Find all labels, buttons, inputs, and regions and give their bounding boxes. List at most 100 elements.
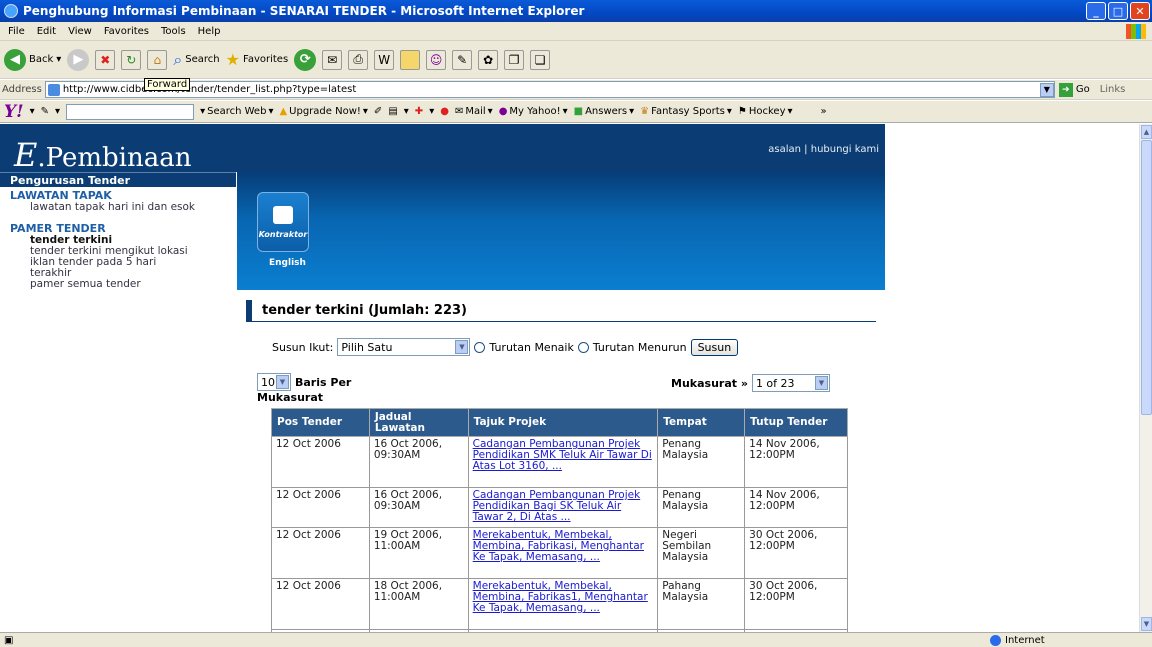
search-label: Search <box>185 54 220 65</box>
col-jadual-lawatan: Jadual Lawatan <box>368 408 469 437</box>
messenger-icon[interactable]: ✿ <box>478 49 499 70</box>
window-title: Penghubung Informasi Pembinaan - SENARAI… <box>23 4 585 18</box>
copy-icon[interactable]: ❐ <box>504 49 525 70</box>
address-dropdown-icon[interactable]: ▼ <box>1039 82 1054 97</box>
yahoo-logo-icon[interactable]: Y! <box>4 102 24 122</box>
project-link[interactable]: Merekabentuk, Membekal, Membina, Fabrika… <box>473 580 648 614</box>
address-label: Address <box>2 84 42 95</box>
mail-label: Mail <box>465 106 486 117</box>
page-icon <box>47 83 60 96</box>
refresh-icon[interactable]: ↻ <box>121 49 142 70</box>
chevron-down-icon: ▼ <box>276 375 289 389</box>
project-link[interactable]: Merekabentuk, Membekal, Membina, Fabrika… <box>473 529 644 563</box>
pencil-icon[interactable]: ✎ <box>41 106 49 117</box>
contractor-icon <box>273 205 293 224</box>
answers-icon: ■ <box>573 106 584 117</box>
my-yahoo-button[interactable]: ● My Yahoo! ▾ <box>499 106 568 117</box>
toolbar-overflow-icon[interactable]: » <box>821 106 827 117</box>
minimize-button[interactable]: _ <box>1086 2 1106 20</box>
project-link[interactable]: Cadangan Pembangunan Projek Pendidikan S… <box>473 438 652 472</box>
scrollbar-thumb[interactable] <box>1141 140 1152 415</box>
cell-jadual: 16 Oct 2006, 09:30AM <box>368 436 469 488</box>
sort-select-value: Pilih Satu <box>341 340 393 354</box>
yahoo-search-input[interactable] <box>66 103 195 120</box>
fantasy-sports-button[interactable]: ♛ Fantasy Sports ▾ <box>640 106 732 117</box>
research-icon[interactable]: ✎ <box>452 49 473 70</box>
stop-icon[interactable]: ✖ <box>95 49 116 70</box>
menu-file[interactable]: File <box>8 26 25 37</box>
scroll-up-icon[interactable]: ▲ <box>1141 125 1152 139</box>
paste-icon[interactable]: ❏ <box>530 49 551 70</box>
cell-tutup: 30 Oct 2006, 12:00PM <box>744 578 848 630</box>
radio-descending[interactable] <box>577 341 589 353</box>
cell-jadual: 16 Oct 2006, 09:30AM <box>368 487 469 528</box>
folder-icon[interactable] <box>400 49 421 70</box>
page-select[interactable]: 1 of 23 ▼ <box>751 374 830 392</box>
history-icon[interactable]: ⟳ <box>294 48 317 71</box>
menu-view[interactable]: View <box>68 26 92 37</box>
table-row: 12 Oct 2006 16 Oct 2006, 09:30AM Cadanga… <box>271 436 848 488</box>
cell-pos: 12 Oct 2006 <box>271 527 370 579</box>
cell-tajuk: Merekabentuk, Membekal, Membina, Fabrika… <box>467 578 659 630</box>
star-icon: ★ <box>225 50 240 69</box>
mail-button[interactable]: ✉ Mail ▾ <box>455 106 493 117</box>
table-row: 12 Oct 2006 18 Oct 2006, 11:00AM Merekab… <box>271 578 848 630</box>
home-icon[interactable]: ⌂ <box>147 49 168 70</box>
page-select-value: 1 of 23 <box>755 376 795 390</box>
english-link[interactable]: English <box>269 258 306 268</box>
page-viewport: E.Pembinaan asalan | hubungi kami Pengur… <box>0 124 1139 632</box>
plus-icon[interactable]: ✚ <box>415 106 423 117</box>
stop-sign-icon[interactable]: ● <box>440 106 449 117</box>
menu-favorites[interactable]: Favorites <box>104 26 149 37</box>
hockey-button[interactable]: ⚑ Hockey ▾ <box>738 106 793 117</box>
cell-tempat: Penang Malaysia <box>657 436 746 488</box>
menu-edit[interactable]: Edit <box>37 26 56 37</box>
go-button[interactable]: ➜ Go <box>1058 82 1090 97</box>
security-zone: Internet <box>990 634 1045 646</box>
back-arrow-icon: ◀ <box>4 48 26 71</box>
hockey-label: Hockey <box>748 106 786 117</box>
yahoo-messenger-icon[interactable]: ☺ <box>426 49 447 70</box>
mail-icon[interactable]: ✉ <box>322 49 343 70</box>
search-web-button[interactable]: ▾ Search Web ▾ <box>200 106 273 117</box>
favorites-button[interactable]: ★ Favorites <box>226 50 289 69</box>
col-tajuk-projek: Tajuk Projek <box>467 408 659 437</box>
address-input[interactable]: http://www.cidbec.com/tender/tender_list… <box>44 81 1055 98</box>
menu-help[interactable]: Help <box>198 26 221 37</box>
page-title: tender terkini (Jumlah: 223) <box>246 300 876 322</box>
edit-icon[interactable]: W <box>374 49 395 70</box>
back-button[interactable]: ◀ Back ▾ <box>4 48 61 71</box>
sort-button[interactable]: Susun <box>690 338 739 356</box>
print-icon[interactable]: ⎙ <box>348 49 369 70</box>
per-page-select[interactable]: 10 ▼ <box>257 373 291 391</box>
cell-jadual: 18 Oct 2006, 11:00AM <box>368 578 469 630</box>
cell-pos: 12 Oct 2006 <box>271 487 370 528</box>
scroll-down-icon[interactable]: ▼ <box>1141 617 1152 631</box>
menu-tools[interactable]: Tools <box>161 26 186 37</box>
search-button[interactable]: ⌕ Search <box>173 50 219 70</box>
radio-ascending[interactable] <box>474 341 486 353</box>
close-button[interactable]: ✕ <box>1130 2 1150 20</box>
toolbar: ◀ Back ▾ ▶ ✖ ↻ ⌂ ⌕ Search ★ Favorites ⟳ … <box>0 41 1152 79</box>
layout-icon[interactable]: ▤ <box>388 106 397 117</box>
sort-select[interactable]: Pilih Satu ▼ <box>337 338 471 356</box>
upgrade-button[interactable]: ▲ Upgrade Now! ▾ <box>279 106 367 117</box>
sidebar-item-lawatan-hari-ini[interactable]: lawatan tapak hari ini dan esok <box>0 202 236 213</box>
forward-button[interactable]: ▶ <box>67 48 90 71</box>
site-logo[interactable]: E.Pembinaan <box>14 136 191 174</box>
top-links[interactable]: asalan | hubungi kami <box>768 144 879 155</box>
project-link[interactable]: Cadangan Pembangunan Projek Pendidikan B… <box>473 489 641 523</box>
sidebar-item-semua[interactable]: pamer semua tender <box>0 279 236 290</box>
kontraktor-button[interactable]: Kontraktor <box>257 192 309 252</box>
answers-button[interactable]: ■ Answers ▾ <box>574 106 635 117</box>
table-row: 12 Oct 2006 19 Oct 2006, 11:00AM Merekab… <box>271 527 848 579</box>
status-bar: ▣ Internet <box>0 632 1152 647</box>
logo-text: .Pembinaan <box>37 143 192 173</box>
highlight-icon[interactable]: ✐ <box>374 106 382 117</box>
maximize-button[interactable]: □ <box>1108 2 1128 20</box>
sidebar-item-5-hari[interactable]: iklan tender pada 5 hari terakhir <box>0 257 200 279</box>
upgrade-label: Upgrade Now! <box>289 106 361 117</box>
cell-tajuk: Merekabentuk, Membekal, Membina, Fabrika… <box>467 527 659 579</box>
links-button[interactable]: Links <box>1100 84 1126 95</box>
vertical-scrollbar[interactable]: ▲ ▼ <box>1139 124 1152 632</box>
